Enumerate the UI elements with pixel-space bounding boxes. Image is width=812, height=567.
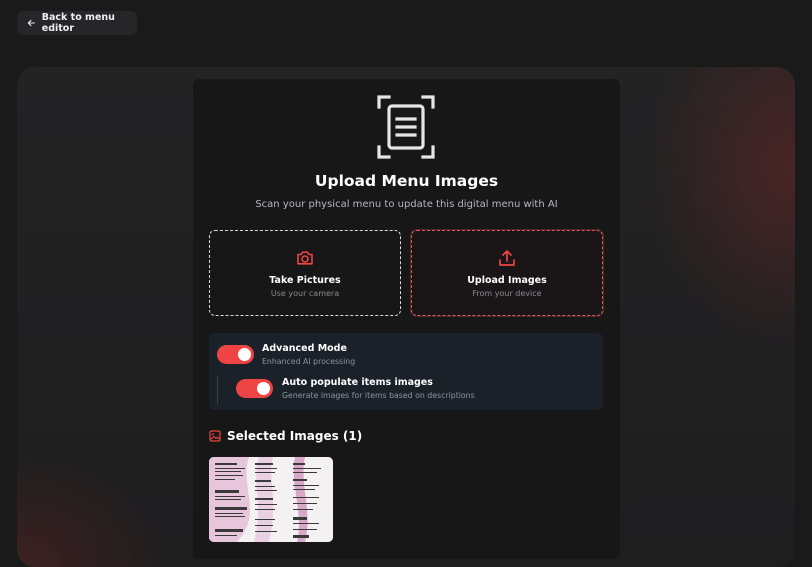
- take-pictures-sub: Use your camera: [270, 289, 340, 298]
- toggle-knob: [238, 348, 251, 361]
- auto-populate-toggle[interactable]: [236, 379, 273, 398]
- advanced-mode-sub: Enhanced AI processing: [262, 357, 356, 366]
- selected-image-thumbnail[interactable]: [209, 457, 333, 542]
- upload-images-sub: From your device: [472, 289, 542, 298]
- nesting-line: [217, 376, 218, 404]
- auto-populate-sub: Generate images for items based on descr…: [282, 391, 475, 400]
- arrow-left-icon: [27, 19, 35, 27]
- selected-images-title: Selected Images (1): [227, 429, 363, 443]
- image-icon: [209, 430, 221, 442]
- upload-icon: [499, 250, 515, 266]
- upload-images-button[interactable]: Upload Images From your device: [411, 230, 603, 316]
- menu-photo: [209, 457, 333, 542]
- camera-icon: [297, 251, 313, 265]
- page-subtitle: Scan your physical menu to update this d…: [255, 199, 558, 210]
- back-button-label: Back to menu editor: [41, 12, 115, 34]
- settings-box: Advanced Mode Enhanced AI processing Aut…: [209, 333, 603, 410]
- page-title: Upload Menu Images: [314, 172, 499, 190]
- auto-populate-label: Auto populate items images: [282, 377, 433, 388]
- advanced-mode-toggle[interactable]: [217, 345, 254, 364]
- document-scan-icon: [377, 95, 435, 159]
- upload-images-label: Upload Images: [467, 275, 547, 286]
- back-to-menu-editor-button[interactable]: Back to menu editor: [17, 11, 137, 35]
- selected-images-heading: Selected Images (1): [209, 429, 362, 443]
- take-pictures-button[interactable]: Take Pictures Use your camera: [209, 230, 401, 316]
- upload-panel: Upload Menu Images Scan your physical me…: [193, 79, 620, 559]
- take-pictures-label: Take Pictures: [269, 275, 341, 286]
- toggle-knob: [257, 382, 270, 395]
- advanced-mode-label: Advanced Mode: [262, 343, 347, 354]
